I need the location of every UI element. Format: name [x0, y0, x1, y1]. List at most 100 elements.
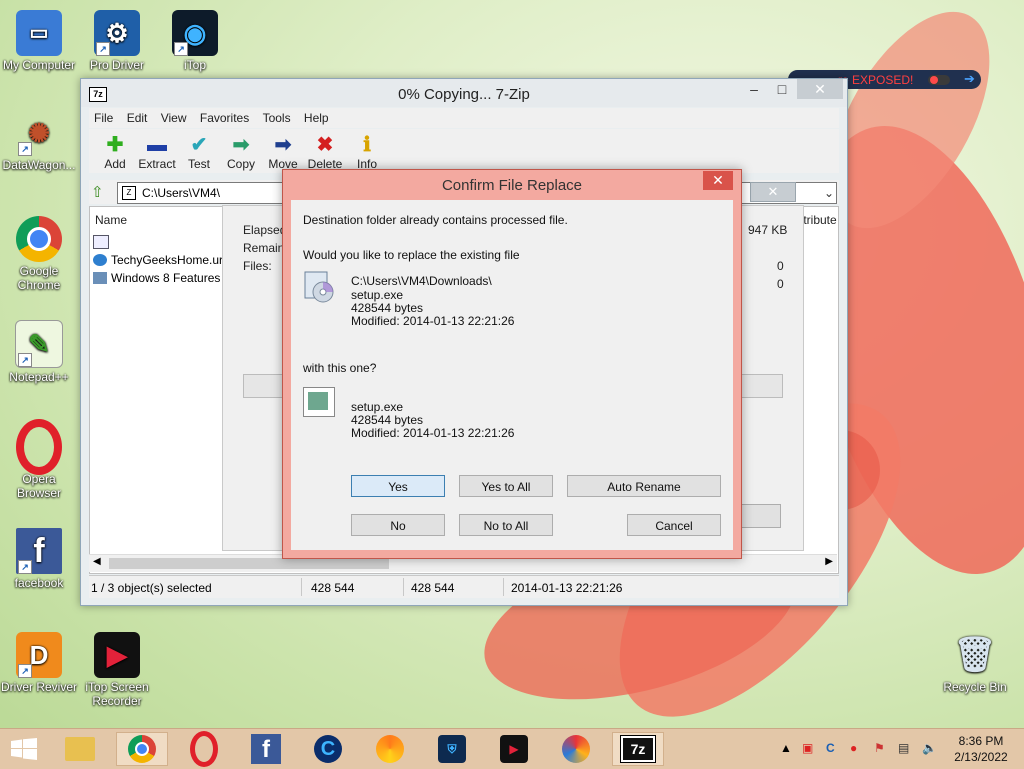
shield-icon: ⛨: [438, 735, 466, 763]
window-file-icon: [93, 235, 109, 249]
taskbar-7zip[interactable]: 7z: [612, 732, 664, 766]
arrow-right-icon[interactable]: ➔: [964, 71, 975, 87]
delete-button[interactable]: ✖ Delete: [303, 133, 347, 171]
close-icon[interactable]: ✕: [703, 171, 733, 190]
yes-button[interactable]: Yes: [351, 475, 445, 497]
scroll-right-icon[interactable]: ▶: [825, 556, 833, 567]
folder-icon: [65, 737, 95, 761]
list-item[interactable]: [93, 235, 113, 250]
add-button[interactable]: ✚ Add: [93, 133, 137, 171]
desktop-icon-label: Google Chrome: [17, 264, 61, 292]
new-file-size: 428544 bytes: [351, 413, 424, 427]
no-button[interactable]: No: [351, 514, 445, 536]
info-button[interactable]: ℹ Info: [345, 133, 389, 171]
menu-file[interactable]: File: [89, 108, 118, 128]
facebook-icon: f: [251, 734, 281, 764]
overlay-toggle[interactable]: [928, 75, 950, 85]
desktop-icon-pro-driver[interactable]: ⚙ ↗ Pro Driver: [78, 10, 156, 72]
tray-volume-icon[interactable]: 🔈: [922, 741, 937, 755]
menu-tools[interactable]: Tools: [258, 108, 296, 128]
dialog-message: Destination folder already contains proc…: [303, 213, 568, 227]
screen-recorder-icon: ▶: [500, 735, 528, 763]
file-name: Windows 8 Features F: [111, 271, 232, 285]
taskbar-clock[interactable]: 8:36 PM 2/13/2022: [946, 733, 1016, 765]
shortcut-arrow-icon: ↗: [18, 142, 32, 156]
taskbar-browser[interactable]: [550, 732, 602, 766]
new-file-modified: Modified: 2014-01-13 22:21:26: [351, 426, 515, 440]
up-folder-icon[interactable]: ⇧: [91, 183, 109, 201]
scroll-left-icon[interactable]: ◀: [93, 556, 101, 567]
desktop-icon-label: iTop Screen Recorder: [85, 680, 149, 708]
menu-view[interactable]: View: [156, 108, 192, 128]
close-icon[interactable]: ✕: [797, 79, 843, 99]
desktop-icon-notepadpp[interactable]: ✎ ↗ Notepad++: [0, 320, 78, 384]
column-header-attributes[interactable]: ttribute: [800, 213, 837, 227]
taskbar-shield-app[interactable]: ⛨: [426, 732, 478, 766]
no-to-all-button[interactable]: No to All: [459, 514, 553, 536]
dialog-question: Would you like to replace the existing f…: [303, 248, 520, 262]
toggle-knob: [930, 76, 938, 84]
datawagon-icon: ✺ ↗: [16, 110, 62, 156]
taskbar-itop-recorder[interactable]: ▶: [488, 732, 540, 766]
setup-window-icon: [303, 387, 335, 417]
tray-network-icon[interactable]: ▤: [898, 741, 909, 755]
taskbar-file-explorer[interactable]: [54, 732, 106, 766]
desktop-icon-itop[interactable]: ◉ ↗ iTop: [156, 10, 234, 72]
progress-close-icon[interactable]: ✕: [750, 182, 796, 202]
desktop-icon-itop-recorder[interactable]: ▶ iTop Screen Recorder: [78, 632, 156, 708]
archive-icon: Z: [122, 186, 136, 200]
computer-icon: ▭: [16, 10, 62, 56]
tray-recorder-icon[interactable]: ▣: [802, 741, 813, 755]
desktop-icon-datawagon[interactable]: ✺ ↗ DataWagon...: [0, 110, 78, 172]
copy-button[interactable]: ➡ Copy: [219, 133, 263, 171]
auto-rename-button[interactable]: Auto Rename: [567, 475, 721, 497]
shortcut-arrow-icon: ↗: [18, 353, 32, 367]
minimize-icon[interactable]: –: [741, 79, 767, 99]
browser-shield-icon: [376, 735, 404, 763]
desktop-icon-label: Recycle Bin: [943, 680, 1007, 694]
desktop-icon-my-computer[interactable]: ▭ My Computer: [0, 10, 78, 72]
menu-favorites[interactable]: Favorites: [195, 108, 254, 128]
maximize-icon[interactable]: □: [769, 79, 795, 99]
existing-file-modified: Modified: 2014-01-13 22:21:26: [351, 314, 515, 328]
menu-edit[interactable]: Edit: [122, 108, 153, 128]
taskbar-chrome[interactable]: [116, 732, 168, 766]
cancel-button[interactable]: Cancel: [627, 514, 721, 536]
tray-up-arrow-icon[interactable]: ▲: [780, 741, 792, 755]
taskbar-opera[interactable]: [178, 731, 230, 767]
list-item[interactable]: TechyGeeksHome.url: [93, 253, 226, 267]
facebook-icon: f ↗: [16, 528, 62, 574]
menu-help[interactable]: Help: [299, 108, 334, 128]
desktop-icon-facebook[interactable]: f ↗ facebook: [0, 528, 78, 590]
start-button[interactable]: [0, 732, 48, 766]
column-header-name[interactable]: Name: [95, 213, 127, 227]
info-icon: ℹ: [363, 134, 371, 156]
clock-date: 2/13/2022: [954, 750, 1008, 764]
move-button[interactable]: ➡ Move: [261, 133, 305, 171]
chrome-icon: [128, 735, 156, 763]
tray-red-circle-icon[interactable]: ●: [850, 741, 857, 755]
yes-to-all-button[interactable]: Yes to All: [459, 475, 553, 497]
shortcut-arrow-icon: ↗: [174, 42, 188, 56]
desktop-icon-chrome[interactable]: Google Chrome: [0, 216, 78, 292]
window-titlebar[interactable]: 7z 0% Copying... 7-Zip – □ ✕: [81, 79, 847, 107]
tray-flag-icon[interactable]: ⚑: [874, 741, 885, 755]
taskbar-facebook[interactable]: f: [240, 732, 292, 766]
status-size: 428 544: [311, 581, 355, 595]
desktop-icon-opera[interactable]: Opera Browser: [0, 419, 78, 500]
taskbar-avast[interactable]: [364, 732, 416, 766]
desktop-icon-label: Driver Reviver: [0, 680, 77, 694]
extract-button[interactable]: ▬ Extract: [135, 133, 179, 171]
desktop-icon-label: Pro Driver: [89, 58, 144, 72]
test-button[interactable]: ✔ Test: [177, 133, 221, 171]
taskbar-ccleaner[interactable]: C: [302, 732, 354, 766]
list-item[interactable]: Windows 8 Features F: [93, 271, 231, 285]
scroll-thumb[interactable]: [109, 558, 389, 569]
driver-reviver-icon: D ↗: [16, 632, 62, 678]
status-modified: 2014-01-13 22:21:26: [511, 581, 623, 595]
window-title: 0% Copying... 7-Zip: [398, 86, 530, 103]
tray-c-icon[interactable]: C: [826, 741, 835, 755]
desktop-icon-recycle-bin[interactable]: 🗑 Recycle Bin: [936, 632, 1014, 694]
chevron-down-icon[interactable]: ⌄: [824, 186, 834, 200]
desktop-icon-driver-reviver[interactable]: D ↗ Driver Reviver: [0, 632, 78, 694]
